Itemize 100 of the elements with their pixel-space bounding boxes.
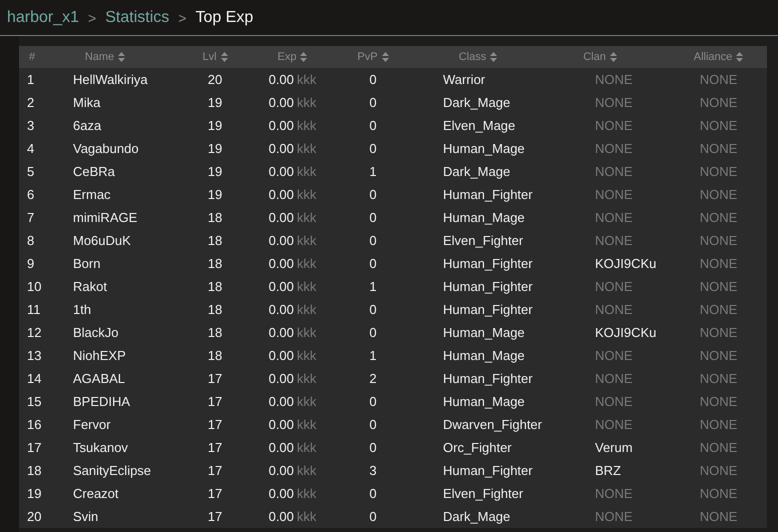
- exp-value: 0.00: [268, 348, 294, 363]
- rank-cell: 16: [27, 417, 42, 432]
- level-cell: 17: [208, 440, 222, 455]
- pvp-cell: 2: [369, 371, 377, 386]
- clan-cell: NONE: [595, 233, 633, 248]
- rank-cell: 9: [27, 256, 34, 271]
- clan-cell: BRZ: [595, 463, 621, 478]
- exp-unit: kkk: [296, 417, 316, 432]
- sort-icon[interactable]: [610, 52, 617, 62]
- column-header[interactable]: Exp: [278, 51, 296, 63]
- alliance-cell: NONE: [700, 279, 738, 294]
- exp-value: 0.00: [268, 417, 294, 432]
- rank-cell: 2: [27, 95, 34, 110]
- exp-value: 0.00: [268, 509, 294, 524]
- pvp-cell: 1: [369, 279, 377, 294]
- level-cell: 18: [208, 348, 222, 363]
- alliance-cell: NONE: [700, 210, 738, 225]
- class-cell: Dark_Mage: [443, 164, 510, 179]
- pvp-cell: 0: [369, 95, 377, 110]
- column-header[interactable]: Alliance: [694, 51, 732, 63]
- class-cell: Human_Fighter: [443, 371, 533, 386]
- exp-unit: kkk: [296, 371, 316, 386]
- class-cell: Human_Mage: [443, 141, 525, 156]
- level-cell: 18: [208, 233, 222, 248]
- rank-cell: 14: [27, 371, 42, 386]
- pvp-cell: 0: [369, 72, 377, 87]
- exp-value: 0.00: [268, 187, 294, 202]
- pvp-cell: 0: [369, 302, 377, 317]
- rank-cell: 12: [27, 325, 42, 340]
- exp-value: 0.00: [268, 394, 294, 409]
- class-cell: Dark_Mage: [443, 95, 510, 110]
- clan-cell: KOJI9CKu: [595, 325, 656, 340]
- alliance-cell: NONE: [700, 141, 738, 156]
- class-cell: Human_Mage: [443, 348, 525, 363]
- clan-cell: NONE: [595, 417, 633, 432]
- column-header[interactable]: PvP: [357, 51, 378, 63]
- clan-cell: NONE: [595, 141, 633, 156]
- clan-cell: NONE: [595, 509, 633, 524]
- exp-value: 0.00: [268, 141, 294, 156]
- clan-cell: Verum: [595, 440, 633, 455]
- rank-cell: 20: [27, 509, 42, 524]
- sort-icon[interactable]: [220, 52, 228, 62]
- exp-unit: kkk: [296, 164, 316, 179]
- exp-unit: kkk: [296, 233, 316, 248]
- column-header[interactable]: Class: [458, 51, 486, 63]
- clan-cell: KOJI9CKu: [595, 256, 656, 271]
- name-cell: Vagabundo: [73, 141, 139, 156]
- sort-icon[interactable]: [118, 52, 126, 62]
- class-cell: Elven_Fighter: [443, 233, 524, 248]
- level-cell: 19: [208, 118, 222, 133]
- name-cell: Mo6uDuK: [73, 233, 131, 248]
- clan-cell: NONE: [595, 72, 633, 87]
- column-header[interactable]: Clan: [583, 51, 606, 63]
- exp-value: 0.00: [268, 95, 294, 110]
- alliance-cell: NONE: [700, 164, 738, 179]
- name-cell: 6aza: [73, 118, 102, 133]
- column-header[interactable]: Name: [84, 51, 114, 63]
- alliance-cell: NONE: [700, 72, 738, 87]
- exp-unit: kkk: [296, 118, 316, 133]
- pvp-cell: 0: [369, 256, 377, 271]
- name-cell: Rakot: [73, 279, 107, 294]
- breadcrumb-link[interactable]: Top Exp: [195, 8, 254, 26]
- breadcrumb-link[interactable]: harbor_x1: [7, 8, 80, 26]
- rank-cell: 19: [27, 486, 42, 501]
- clan-cell: NONE: [595, 164, 633, 179]
- pvp-cell: 0: [369, 394, 377, 409]
- class-cell: Elven_Fighter: [443, 486, 524, 501]
- breadcrumb-link[interactable]: Statistics: [105, 8, 170, 26]
- class-cell: Human_Fighter: [443, 256, 533, 271]
- level-cell: 17: [208, 463, 222, 478]
- alliance-cell: NONE: [700, 233, 738, 248]
- alliance-cell: NONE: [700, 187, 738, 202]
- level-cell: 19: [208, 95, 222, 110]
- alliance-cell: NONE: [700, 417, 738, 432]
- name-cell: Svin: [73, 509, 98, 524]
- sort-icon[interactable]: [382, 52, 389, 62]
- sort-icon[interactable]: [300, 52, 308, 62]
- exp-value: 0.00: [268, 164, 294, 179]
- sort-icon[interactable]: [490, 52, 498, 62]
- level-cell: 17: [208, 417, 222, 432]
- exp-value: 0.00: [268, 325, 294, 340]
- class-cell: Elven_Mage: [443, 118, 516, 133]
- pvp-cell: 0: [369, 325, 377, 340]
- level-cell: 19: [208, 141, 222, 156]
- pvp-cell: 0: [369, 187, 377, 202]
- level-cell: 20: [208, 72, 222, 87]
- level-cell: 17: [208, 509, 222, 524]
- alliance-cell: NONE: [700, 486, 738, 501]
- clan-cell: NONE: [595, 394, 633, 409]
- sort-icon[interactable]: [736, 52, 744, 62]
- column-header[interactable]: Lvl: [202, 51, 217, 63]
- column-header: #: [28, 51, 36, 63]
- level-cell: 18: [208, 256, 222, 271]
- rank-cell: 1: [27, 72, 34, 87]
- rank-cell: 11: [27, 302, 40, 317]
- exp-value: 0.00: [268, 256, 294, 271]
- exp-unit: kkk: [296, 141, 316, 156]
- alliance-cell: NONE: [700, 302, 738, 317]
- level-cell: 19: [208, 164, 222, 179]
- class-cell: Orc_Fighter: [443, 440, 512, 455]
